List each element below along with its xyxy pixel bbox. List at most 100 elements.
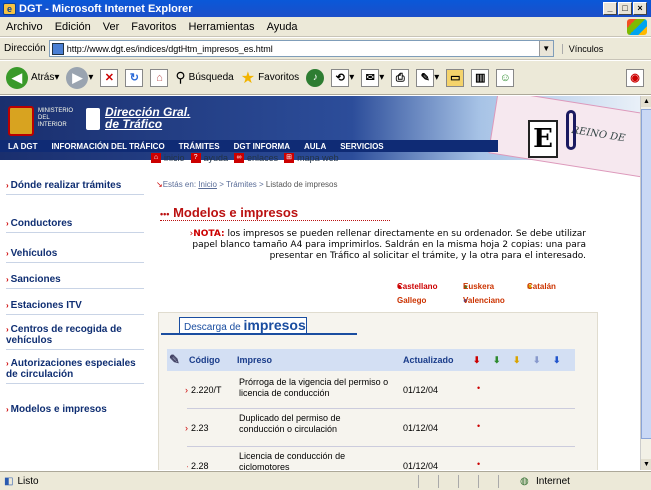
download-valenciano-icon[interactable]: ⬇ [553,355,561,366]
folder-button[interactable]: ▭ [446,68,465,87]
print-button[interactable]: ⎙ [391,68,410,87]
back-button[interactable]: ◀ Atrás ▾ [6,66,59,89]
edit-button[interactable]: ✎ ▾ [416,68,439,87]
lang-label: Euskera [463,282,495,291]
table-row[interactable]: › 2.28 Licencia de conducción de ciclomo… [187,451,575,470]
history-button[interactable]: ⟲ ▾ [331,68,354,87]
link-inicio[interactable]: inicio [164,153,185,163]
minimize-button[interactable]: _ [603,2,617,15]
row-code[interactable]: 2.23 [191,423,209,433]
web-page: MINISTERIO DEL INTERIOR Dirección Gral. d… [0,96,640,470]
address-url: http://www.dgt.es/indices/dgtHtm_impreso… [66,43,273,54]
favorites-button[interactable]: ★ Favoritos [241,68,299,88]
toolbar: ◀ Atrás ▾ ▶ ▾ ✕ ↻ ⌂ ⚲ Búsqueda ★ Favoritos… [0,61,651,95]
forward-button[interactable]: ▶ ▾ [66,66,93,89]
nav-aula[interactable]: AULA [304,142,326,151]
title-bar: e DGT - Microsoft Internet Explorer _ □ … [0,0,651,17]
download-strong: impresos [243,317,306,333]
home-icon: ⌂ [150,68,169,87]
close-button[interactable]: × [633,2,647,15]
edit-icon: ✎ [416,68,435,87]
status-text: Listo [17,475,39,487]
menu-archivo[interactable]: Archivo [6,21,43,33]
table-row[interactable]: › 2.220/T Prórroga de la vigencia del pe… [185,377,575,409]
table-header: ✎ Código Impreso Actualizado ⬇ ⬇ ⬇ ⬇ ⬇ [167,349,575,371]
row-code[interactable]: 2.220/T [191,385,222,395]
history-icon: ⟲ [331,68,350,87]
home-small-icon: ⌂ [151,153,161,163]
sidebar-item-sanciones[interactable]: › Sanciones [6,274,144,289]
status-pane [478,475,479,488]
row-download-dot[interactable]: • [477,421,480,431]
sidebar-item-label: Modelos e impresos [10,404,107,415]
sidebar-item-modelos-impresos[interactable]: › Modelos e impresos [6,404,144,418]
star-icon: ★ [240,69,256,87]
research-button[interactable]: ▥ [471,68,490,87]
lang-label: Catalán [527,282,556,291]
dgt-logo-text[interactable]: Dirección Gral. de Tráfico [105,106,190,130]
breadcrumb-tramites[interactable]: Trámites [226,180,257,189]
status-pane [458,475,459,488]
row-name: Duplicado del permiso de conducción o ci… [239,413,341,434]
extra-button[interactable]: ◉ [626,68,644,87]
col-actualizado: Actualizado [403,355,454,365]
sidebar-item-estaciones-itv[interactable]: › Estaciones ITV [6,300,144,315]
menu-herramientas[interactable]: Herramientas [189,21,255,33]
menu-ayuda[interactable]: Ayuda [267,21,298,33]
links-button[interactable]: Vínculos [561,43,603,54]
row-download-dot[interactable]: • [477,383,480,393]
download-gallego-icon[interactable]: ⬇ [533,355,541,366]
address-dropdown-button[interactable]: ▼ [538,41,553,56]
link-mapa-web[interactable]: mapa web [297,153,339,163]
download-euskera-icon[interactable]: ⬇ [493,355,501,366]
maximize-button[interactable]: □ [618,2,632,15]
media-button[interactable]: ♪ [306,68,325,87]
nav-tramites[interactable]: TRÁMITES [179,142,220,151]
country-badge-icon: E [528,120,558,158]
nav-informacion-trafico[interactable]: INFORMACIÓN DEL TRÁFICO [51,142,164,151]
scroll-down-button[interactable]: ▼ [641,459,651,470]
nav-dgt-informa[interactable]: DGT INFORMA [234,142,290,151]
breadcrumb-home[interactable]: Inicio [198,180,217,189]
col-impreso: Impreso [237,355,273,365]
sidebar-item-label: Dónde realizar trámites [10,180,122,191]
vertical-scrollbar[interactable]: ▲ ▼ [640,96,651,470]
sidebar-item-autorizaciones[interactable]: › Autorizaciones especiales de circulació… [6,358,144,384]
link-enlaces[interactable]: enlaces [247,153,278,163]
link-ayuda[interactable]: ayuda [204,153,229,163]
row-code[interactable]: 2.28 [191,461,209,470]
windows-logo-icon [627,19,647,35]
scroll-up-button[interactable]: ▲ [641,96,651,107]
col-codigo: Código [189,355,220,365]
download-catalan-icon[interactable]: ⬇ [513,355,521,366]
download-pdf-icon[interactable]: ⬇ [473,355,481,366]
sidebar-item-donde-realizar[interactable]: › Dónde realizar trámites [6,180,144,195]
sidebar-item-centros-recogida[interactable]: › Centros de recogida de vehículos [6,324,144,350]
paperclip-icon [566,110,576,150]
sidebar-item-conductores[interactable]: › Conductores [6,218,144,233]
home-button[interactable]: ⌂ [150,68,169,87]
search-label: Búsqueda [188,72,234,83]
dgt-logo-icon [86,108,100,130]
scroll-thumb[interactable] [641,109,651,439]
menu-ver[interactable]: Ver [103,21,120,33]
stop-button[interactable]: ✕ [100,68,119,87]
status-pane [438,475,439,488]
search-button[interactable]: ⚲ Búsqueda [175,69,233,86]
messenger-button[interactable]: ☺ [496,68,515,87]
menu-edicion[interactable]: Edición [55,21,91,33]
sitemap-small-icon: ⊞ [284,153,295,163]
refresh-icon: ↻ [125,68,144,87]
nav-servicios[interactable]: SERVICIOS [340,142,383,151]
sidebar-item-vehiculos[interactable]: › Vehículos [6,248,144,263]
mail-button[interactable]: ✉ ▾ [361,68,384,87]
address-input[interactable]: http://www.dgt.es/indices/dgtHtm_impreso… [48,40,554,57]
refresh-button[interactable]: ↻ [125,68,144,87]
table-row[interactable]: › 2.23 Duplicado del permiso de conducci… [185,413,575,447]
ie-logo-icon: e [3,2,16,15]
row-name: Licencia de conducción de ciclomotores [239,451,346,470]
menu-favoritos[interactable]: Favoritos [131,21,176,33]
banner-document-image: REINO DE [487,96,640,179]
row-download-dot[interactable]: • [477,459,480,469]
nav-la-dgt[interactable]: LA DGT [8,142,37,151]
